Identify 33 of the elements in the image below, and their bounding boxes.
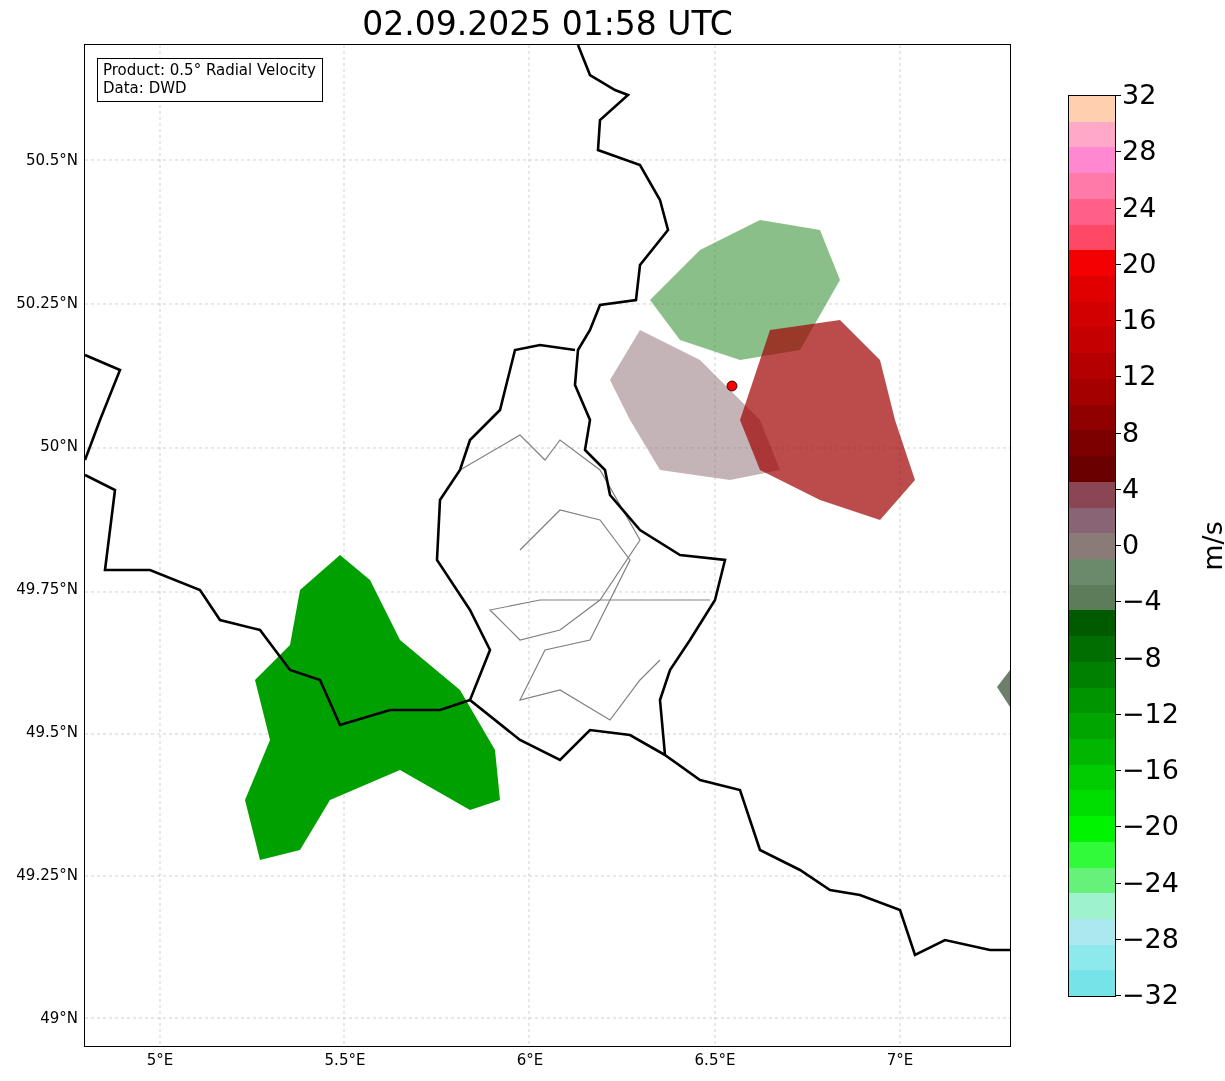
colorbar-tick-label: −4: [1122, 585, 1162, 618]
colorbar-tick-label: −12: [1122, 697, 1179, 730]
latitude-label: 50°N: [40, 437, 78, 455]
colorbar-tick-label: 4: [1122, 472, 1140, 505]
colorbar-tick-label: −24: [1122, 866, 1179, 899]
colorbar-tick-label: 8: [1122, 416, 1140, 449]
latitude-label: 49.75°N: [16, 580, 78, 598]
colorbar-tick-label: 16: [1122, 304, 1157, 336]
latitude-label: 50.25°N: [16, 294, 78, 312]
colorbar-tick-label: −20: [1122, 810, 1179, 843]
longitude-label: 6.5°E: [693, 1051, 737, 1069]
longitude-label: 6°E: [515, 1051, 545, 1069]
colorbar-tick-label: −28: [1122, 922, 1179, 955]
colorbar-tick-label: 12: [1122, 360, 1157, 393]
chart-title: 02.09.2025 01:58 UTC: [361, 4, 734, 44]
longitude-label: 7°E: [885, 1051, 915, 1069]
colorbar-tick-label: −32: [1122, 979, 1179, 1011]
latitude-label: 49°N: [40, 1009, 78, 1027]
latitude-label: 49.25°N: [16, 866, 78, 884]
latitude-label: 50.5°N: [25, 151, 78, 169]
info-text: Product: 0.5° Radial Velocity: [103, 61, 316, 79]
colorbar-tick-label: 0: [1122, 529, 1140, 561]
colorbar-tick-label: 20: [1122, 247, 1157, 280]
colorbar-tick-label: −8: [1122, 641, 1162, 674]
colorbar-tick-label: 28: [1122, 135, 1157, 168]
colorbar-tick-label: 32: [1122, 79, 1157, 111]
latitude-label: 49.5°N: [25, 723, 78, 741]
info-text: Data: DWD: [103, 79, 188, 97]
colorbar-unit-label: m/s: [1196, 521, 1225, 571]
longitude-label: 5.5°E: [323, 1051, 367, 1069]
longitude-label: 5°E: [145, 1051, 175, 1069]
colorbar-tick-label: −16: [1122, 754, 1179, 786]
colorbar-tick-label: 24: [1122, 191, 1157, 224]
